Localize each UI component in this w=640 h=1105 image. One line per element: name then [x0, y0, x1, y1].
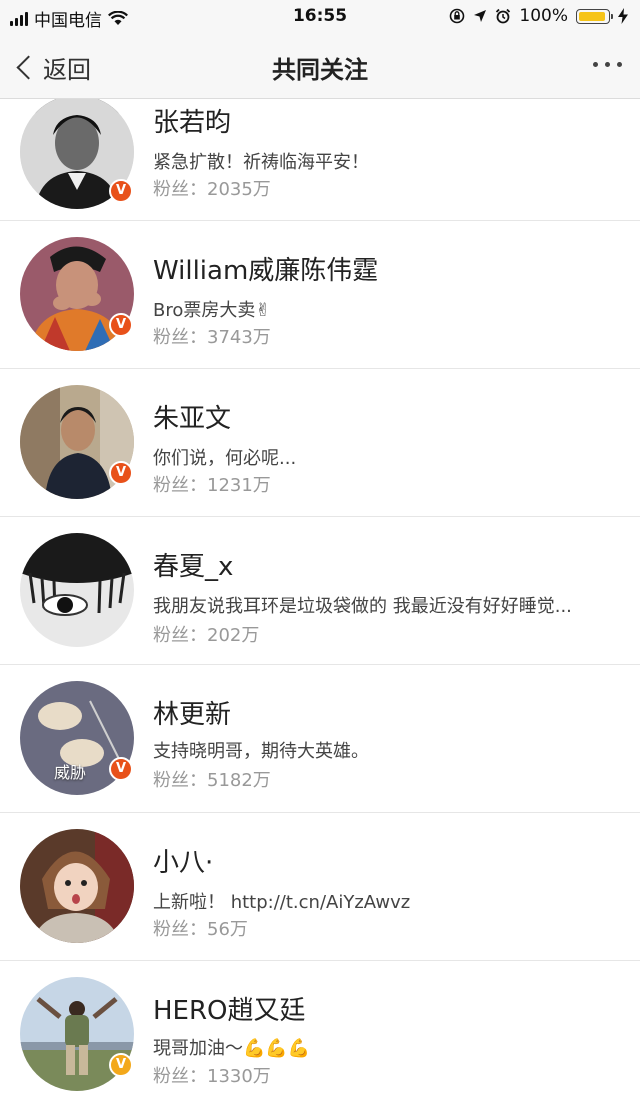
verified-badge: V: [109, 757, 133, 781]
user-bio: 紧急扩散！祈祷临海平安！: [153, 152, 369, 173]
user-name: William威廉陈伟霆: [153, 256, 379, 286]
fans-count: 粉丝：1231万: [153, 475, 271, 496]
charging-icon: [618, 8, 628, 24]
list-item[interactable]: V HERO趙又廷 現哥加油～💪💪💪 粉丝：1330万: [0, 960, 640, 1105]
list-item[interactable]: V 朱亚文 你们说，何必呢... 粉丝：1231万: [0, 368, 640, 517]
alarm-icon: [496, 8, 511, 24]
fans-count: 粉丝：202万: [153, 625, 260, 646]
fans-count: 粉丝：1330万: [153, 1066, 271, 1087]
user-bio: 現哥加油～💪💪💪: [153, 1038, 311, 1059]
rotation-lock-icon: [450, 8, 465, 24]
fans-count: 粉丝：2035万: [153, 179, 271, 200]
page-title: 共同关注: [272, 56, 368, 84]
verified-badge: V: [109, 179, 133, 203]
user-name: 小八·: [153, 848, 214, 878]
verified-badge: V: [109, 1053, 133, 1077]
more-dots-icon: [593, 62, 598, 67]
fans-count: 粉丝：3743万: [153, 327, 271, 348]
navigation-bar: 返回 共同关注: [0, 34, 640, 99]
more-options-button[interactable]: [593, 54, 622, 67]
common-follows-list: V 张若昀 紧急扩散！祈祷临海平安！ 粉丝：2035万 V William威廉陈…: [0, 99, 640, 1105]
avatar: [20, 533, 134, 647]
user-name: 张若昀: [153, 108, 232, 138]
status-bar: 中国电信 16:55 100%: [0, 0, 640, 34]
user-bio: 支持晓明哥，期待大英雄。: [153, 741, 369, 762]
user-bio: 上新啦！ http://t.cn/AiYzAwvz: [153, 892, 411, 913]
avatar: [20, 829, 134, 943]
list-item[interactable]: 威胁 V 林更新 支持晓明哥，期待大英雄。 粉丝：5182万: [0, 664, 640, 813]
list-item[interactable]: V William威廉陈伟霆 Bro票房大卖✌ 粉丝：3743万: [0, 220, 640, 369]
avatar-caption: 威胁: [54, 763, 87, 782]
list-item[interactable]: 小八· 上新啦！ http://t.cn/AiYzAwvz 粉丝：56万: [0, 812, 640, 961]
list-item[interactable]: V 张若昀 紧急扩散！祈祷临海平安！ 粉丝：2035万: [0, 99, 640, 221]
verified-badge: V: [109, 461, 133, 485]
user-name: 林更新: [153, 700, 232, 730]
location-icon: [474, 10, 487, 22]
user-bio: 你们说，何必呢...: [153, 448, 297, 469]
user-name: 朱亚文: [153, 404, 232, 434]
battery-icon: [576, 8, 613, 24]
user-name: 春夏_x: [153, 552, 234, 582]
list-item[interactable]: 春夏_x 我朋友说我耳环是垃圾袋做的 我最近没有好好睡觉... 粉丝：202万: [0, 516, 640, 665]
fans-count: 粉丝：56万: [153, 919, 248, 940]
battery-percent: 100%: [519, 6, 568, 26]
user-name: HERO趙又廷: [153, 996, 306, 1026]
user-bio: 我朋友说我耳环是垃圾袋做的 我最近没有好好睡觉...: [153, 596, 572, 617]
verified-badge: V: [109, 313, 133, 337]
user-bio: Bro票房大卖✌: [153, 300, 271, 321]
fans-count: 粉丝：5182万: [153, 770, 271, 791]
